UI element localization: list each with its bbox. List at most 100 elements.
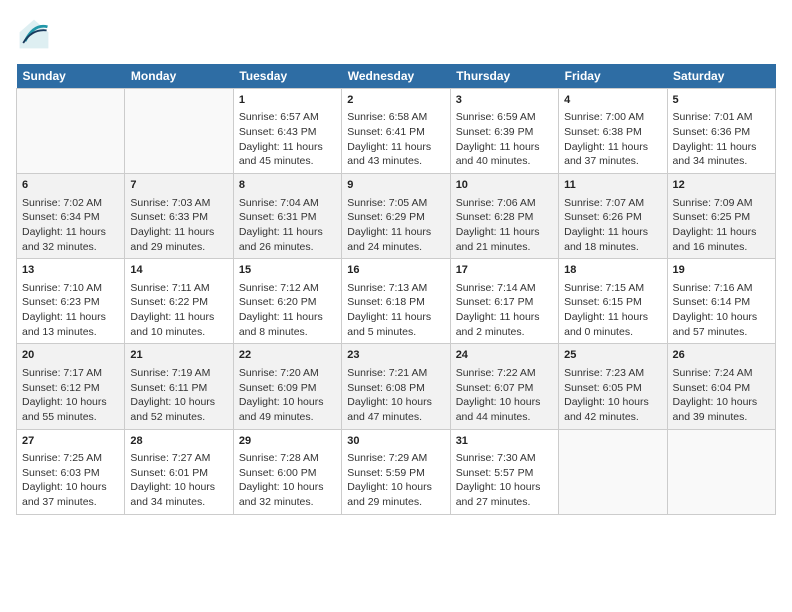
calendar-week-row: 13Sunrise: 7:10 AM Sunset: 6:23 PM Dayli… [17, 259, 776, 344]
day-number: 8 [239, 178, 336, 193]
day-info: Sunrise: 7:03 AM Sunset: 6:33 PM Dayligh… [130, 196, 227, 255]
day-number: 23 [347, 348, 444, 363]
day-number: 9 [347, 178, 444, 193]
calendar-cell: 19Sunrise: 7:16 AM Sunset: 6:14 PM Dayli… [667, 259, 775, 344]
calendar-week-row: 27 Sunrise: 7:25 AM Sunset: 6:03 PM Dayli… [17, 429, 776, 514]
weekday-header-monday: Monday [125, 64, 233, 89]
day-info: Sunrise: 7:07 AM Sunset: 6:26 PM Dayligh… [564, 196, 661, 255]
day-info: Sunrise: 7:01 AM Sunset: 6:36 PM Dayligh… [673, 110, 770, 169]
calendar-cell: 13Sunrise: 7:10 AM Sunset: 6:23 PM Dayli… [17, 259, 125, 344]
day-number: 18 [564, 263, 661, 278]
calendar-cell: 7 Sunrise: 7:03 AM Sunset: 6:33 PM Daylig… [125, 174, 233, 259]
calendar-cell: 27 Sunrise: 7:25 AM Sunset: 6:03 PM Dayli… [17, 429, 125, 514]
page-header [16, 16, 776, 52]
calendar-cell [559, 429, 667, 514]
day-number: 16 [347, 263, 444, 278]
day-number: 28 [130, 434, 227, 449]
day-info: Sunrise: 7:04 AM Sunset: 6:31 PM Dayligh… [239, 196, 336, 255]
day-number: 19 [673, 263, 770, 278]
day-info: Sunrise: 7:29 AM Sunset: 5:59 PM Dayligh… [347, 451, 444, 510]
weekday-header-thursday: Thursday [450, 64, 558, 89]
calendar-cell: 30 Sunrise: 7:29 AM Sunset: 5:59 PM Dayli… [342, 429, 450, 514]
day-info: Sunrise: 7:21 AM Sunset: 6:08 PM Dayligh… [347, 366, 444, 425]
day-number: 14 [130, 263, 227, 278]
calendar-cell: 3 Sunrise: 6:59 AM Sunset: 6:39 PM Daylig… [450, 89, 558, 174]
day-number: 21 [130, 348, 227, 363]
day-number: 6 [22, 178, 119, 193]
calendar-cell: 26Sunrise: 7:24 AM Sunset: 6:04 PM Dayli… [667, 344, 775, 429]
calendar-cell: 10 Sunrise: 7:06 AM Sunset: 6:28 PM Dayli… [450, 174, 558, 259]
day-info: Sunrise: 7:25 AM Sunset: 6:03 PM Dayligh… [22, 451, 119, 510]
weekday-header-row: SundayMondayTuesdayWednesdayThursdayFrid… [17, 64, 776, 89]
day-number: 27 [22, 434, 119, 449]
day-number: 3 [456, 93, 553, 108]
weekday-header-saturday: Saturday [667, 64, 775, 89]
day-number: 30 [347, 434, 444, 449]
day-info: Sunrise: 7:05 AM Sunset: 6:29 PM Dayligh… [347, 196, 444, 255]
day-number: 10 [456, 178, 553, 193]
calendar-cell: 9 Sunrise: 7:05 AM Sunset: 6:29 PM Daylig… [342, 174, 450, 259]
calendar-cell: 8 Sunrise: 7:04 AM Sunset: 6:31 PM Daylig… [233, 174, 341, 259]
day-info: Sunrise: 7:20 AM Sunset: 6:09 PM Dayligh… [239, 366, 336, 425]
day-number: 13 [22, 263, 119, 278]
day-info: Sunrise: 7:13 AM Sunset: 6:18 PM Dayligh… [347, 281, 444, 340]
day-number: 2 [347, 93, 444, 108]
calendar-cell: 16 Sunrise: 7:13 AM Sunset: 6:18 PM Dayli… [342, 259, 450, 344]
day-info: Sunrise: 7:12 AM Sunset: 6:20 PM Dayligh… [239, 281, 336, 340]
calendar-cell: 28 Sunrise: 7:27 AM Sunset: 6:01 PM Dayli… [125, 429, 233, 514]
calendar-cell: 22 Sunrise: 7:20 AM Sunset: 6:09 PM Dayli… [233, 344, 341, 429]
day-info: Sunrise: 7:22 AM Sunset: 6:07 PM Dayligh… [456, 366, 553, 425]
day-info: Sunrise: 7:06 AM Sunset: 6:28 PM Dayligh… [456, 196, 553, 255]
calendar-cell: 5 Sunrise: 7:01 AM Sunset: 6:36 PM Daylig… [667, 89, 775, 174]
calendar-cell: 12Sunrise: 7:09 AM Sunset: 6:25 PM Dayli… [667, 174, 775, 259]
day-number: 7 [130, 178, 227, 193]
calendar-cell: 1 Sunrise: 6:57 AM Sunset: 6:43 PM Daylig… [233, 89, 341, 174]
day-number: 4 [564, 93, 661, 108]
day-number: 17 [456, 263, 553, 278]
day-info: Sunrise: 6:58 AM Sunset: 6:41 PM Dayligh… [347, 110, 444, 169]
calendar-cell: 11 Sunrise: 7:07 AM Sunset: 6:26 PM Dayli… [559, 174, 667, 259]
calendar-cell: 18 Sunrise: 7:15 AM Sunset: 6:15 PM Dayli… [559, 259, 667, 344]
logo-icon [16, 16, 52, 52]
day-number: 5 [673, 93, 770, 108]
day-info: Sunrise: 7:23 AM Sunset: 6:05 PM Dayligh… [564, 366, 661, 425]
day-info: Sunrise: 7:28 AM Sunset: 6:00 PM Dayligh… [239, 451, 336, 510]
day-info: Sunrise: 7:24 AM Sunset: 6:04 PM Dayligh… [673, 366, 770, 425]
calendar-cell: 14 Sunrise: 7:11 AM Sunset: 6:22 PM Dayli… [125, 259, 233, 344]
day-number: 31 [456, 434, 553, 449]
day-number: 24 [456, 348, 553, 363]
calendar-cell: 15 Sunrise: 7:12 AM Sunset: 6:20 PM Dayli… [233, 259, 341, 344]
day-info: Sunrise: 6:59 AM Sunset: 6:39 PM Dayligh… [456, 110, 553, 169]
calendar-cell: 31Sunrise: 7:30 AM Sunset: 5:57 PM Dayli… [450, 429, 558, 514]
day-number: 1 [239, 93, 336, 108]
day-info: Sunrise: 7:14 AM Sunset: 6:17 PM Dayligh… [456, 281, 553, 340]
calendar-cell: 29 Sunrise: 7:28 AM Sunset: 6:00 PM Dayli… [233, 429, 341, 514]
weekday-header-tuesday: Tuesday [233, 64, 341, 89]
calendar-cell: 21 Sunrise: 7:19 AM Sunset: 6:11 PM Dayli… [125, 344, 233, 429]
day-number: 20 [22, 348, 119, 363]
calendar-cell: 24 Sunrise: 7:22 AM Sunset: 6:07 PM Dayli… [450, 344, 558, 429]
logo [16, 16, 56, 52]
calendar-cell: 23 Sunrise: 7:21 AM Sunset: 6:08 PM Dayli… [342, 344, 450, 429]
weekday-header-friday: Friday [559, 64, 667, 89]
day-number: 22 [239, 348, 336, 363]
calendar-week-row: 6Sunrise: 7:02 AM Sunset: 6:34 PM Daylig… [17, 174, 776, 259]
day-number: 11 [564, 178, 661, 193]
calendar-cell: 20 Sunrise: 7:17 AM Sunset: 6:12 PM Dayli… [17, 344, 125, 429]
calendar-cell: 25Sunrise: 7:23 AM Sunset: 6:05 PM Dayli… [559, 344, 667, 429]
calendar-cell: 6Sunrise: 7:02 AM Sunset: 6:34 PM Daylig… [17, 174, 125, 259]
calendar-cell: 17 Sunrise: 7:14 AM Sunset: 6:17 PM Dayli… [450, 259, 558, 344]
day-info: Sunrise: 7:00 AM Sunset: 6:38 PM Dayligh… [564, 110, 661, 169]
day-info: Sunrise: 7:15 AM Sunset: 6:15 PM Dayligh… [564, 281, 661, 340]
day-info: Sunrise: 7:09 AM Sunset: 6:25 PM Dayligh… [673, 196, 770, 255]
calendar-cell: 2 Sunrise: 6:58 AM Sunset: 6:41 PM Daylig… [342, 89, 450, 174]
day-number: 29 [239, 434, 336, 449]
day-info: Sunrise: 6:57 AM Sunset: 6:43 PM Dayligh… [239, 110, 336, 169]
day-info: Sunrise: 7:17 AM Sunset: 6:12 PM Dayligh… [22, 366, 119, 425]
calendar-cell [17, 89, 125, 174]
day-info: Sunrise: 7:11 AM Sunset: 6:22 PM Dayligh… [130, 281, 227, 340]
calendar-cell [125, 89, 233, 174]
day-info: Sunrise: 7:19 AM Sunset: 6:11 PM Dayligh… [130, 366, 227, 425]
day-number: 15 [239, 263, 336, 278]
day-info: Sunrise: 7:27 AM Sunset: 6:01 PM Dayligh… [130, 451, 227, 510]
